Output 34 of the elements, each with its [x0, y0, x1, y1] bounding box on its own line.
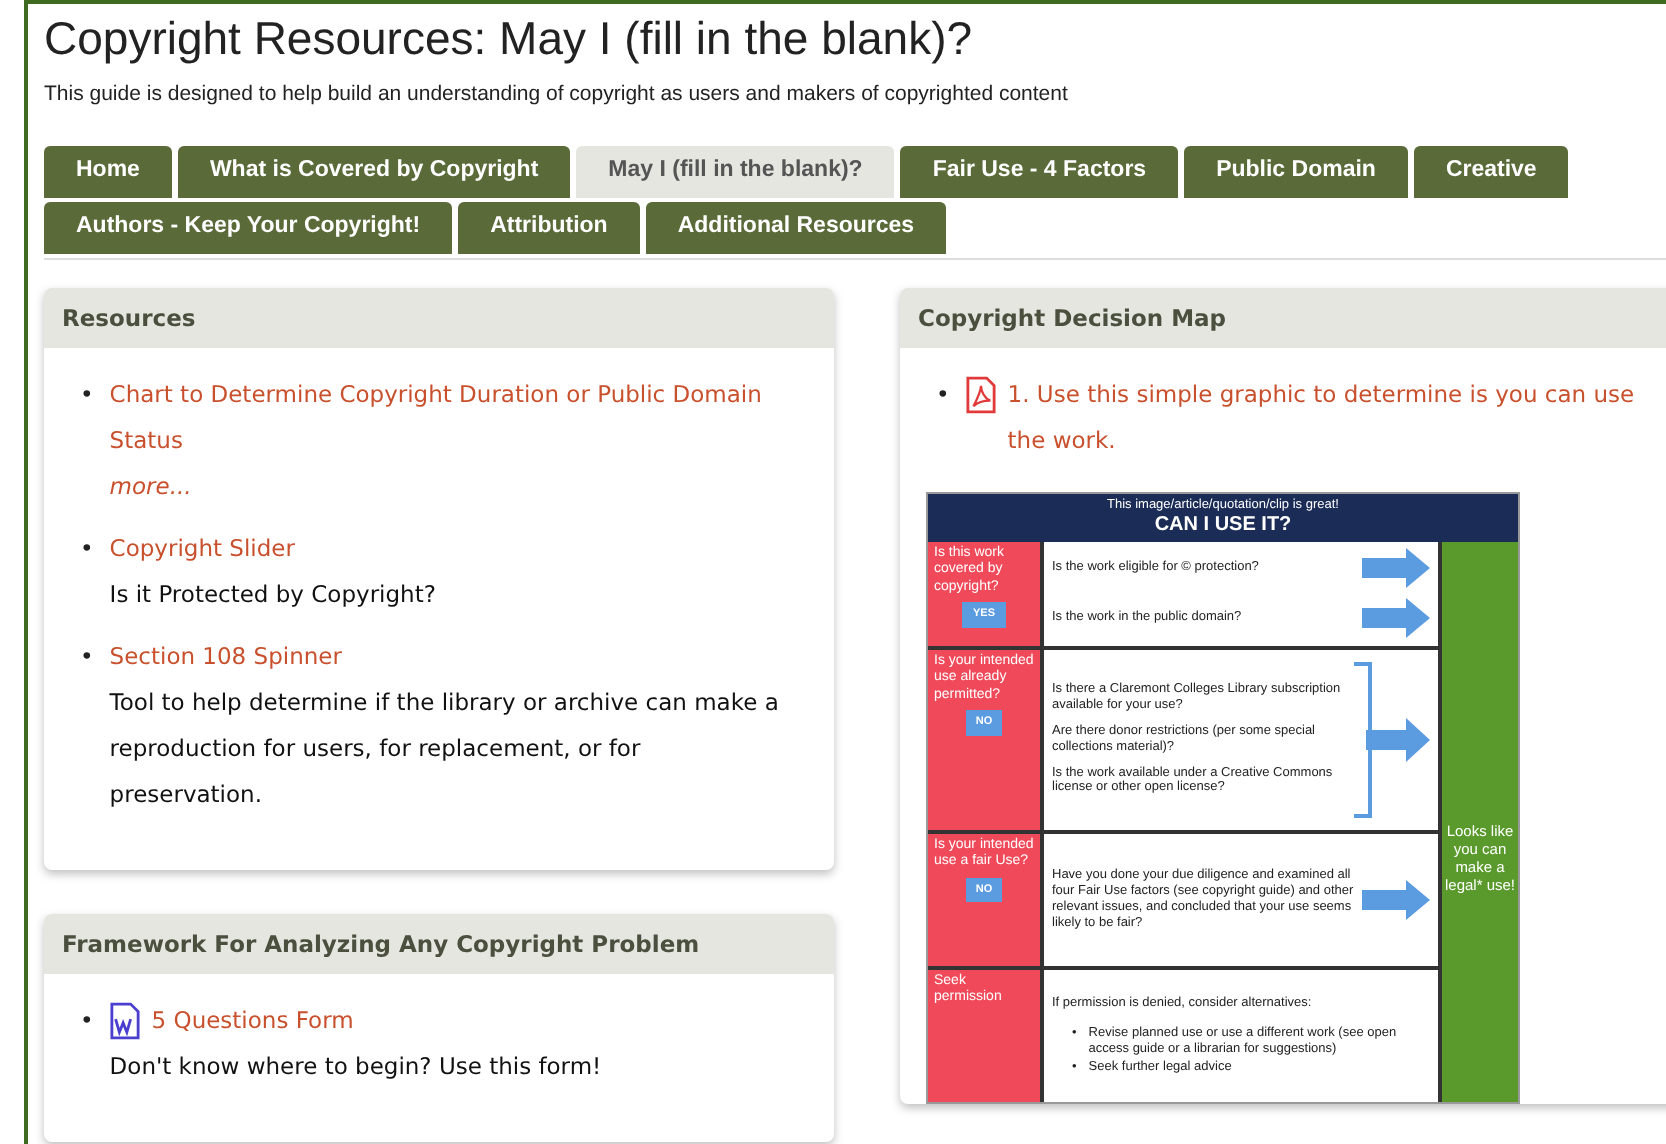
- bullet: •: [80, 378, 94, 412]
- tab[interactable]: Authors - Keep Your Copyright!: [44, 202, 453, 254]
- tab[interactable]: Fair Use - 4 Factors: [900, 146, 1179, 198]
- word-document-icon: [109, 1002, 140, 1040]
- resource-link[interactable]: Copyright Slider: [109, 526, 295, 572]
- bullet: •: [80, 1004, 94, 1038]
- tab[interactable]: Creative: [1413, 146, 1569, 198]
- tab[interactable]: Public Domain: [1184, 146, 1408, 198]
- resource-description: Tool to help determine if the library or archive can make a reproduction for users, for replacement, or for preservation.: [109, 686, 781, 812]
- page-title: Copyright Resources: May I (fill in the blank)?: [44, 10, 975, 66]
- guide-description: This guide is designed to help build an understanding of copyright as users and makers of copyrighted content: [44, 82, 1070, 106]
- more-link[interactable]: more...: [109, 464, 794, 510]
- resource-link[interactable]: 5 Questions Form: [151, 998, 354, 1044]
- tab[interactable]: What is Covered by Copyright: [177, 146, 571, 198]
- tab[interactable]: Attribution: [458, 202, 640, 254]
- graphic-title: CAN I USE IT?: [1152, 513, 1294, 538]
- arrow-icon: [1362, 879, 1430, 920]
- arrow-icon: [1362, 548, 1430, 589]
- tab[interactable]: Additional Resources: [645, 202, 947, 254]
- bullet: •: [80, 532, 94, 566]
- pdf-document-icon: [965, 376, 996, 414]
- resource-description: Don't know where to begin? Use this form!: [109, 1050, 604, 1084]
- tab[interactable]: May I (fill in the blank)?: [576, 146, 895, 198]
- panel-header: Copyright Decision Map: [900, 288, 1666, 348]
- bracket-arrow-icon: [1350, 659, 1430, 820]
- panel-header: Framework For Analyzing Any Copyright Problem: [44, 914, 834, 974]
- panel-header: Resources: [44, 288, 834, 348]
- bullet: •: [80, 640, 94, 674]
- resource-description: Is it Protected by Copyright?: [109, 578, 438, 612]
- bullet: •: [936, 378, 950, 412]
- tab[interactable]: Home: [44, 146, 172, 198]
- resource-link[interactable]: Section 108 Spinner: [109, 634, 342, 680]
- resource-link[interactable]: 1. Use this simple graphic to determine is you can use the work.: [1007, 372, 1660, 464]
- arrow-icon: [1362, 598, 1430, 639]
